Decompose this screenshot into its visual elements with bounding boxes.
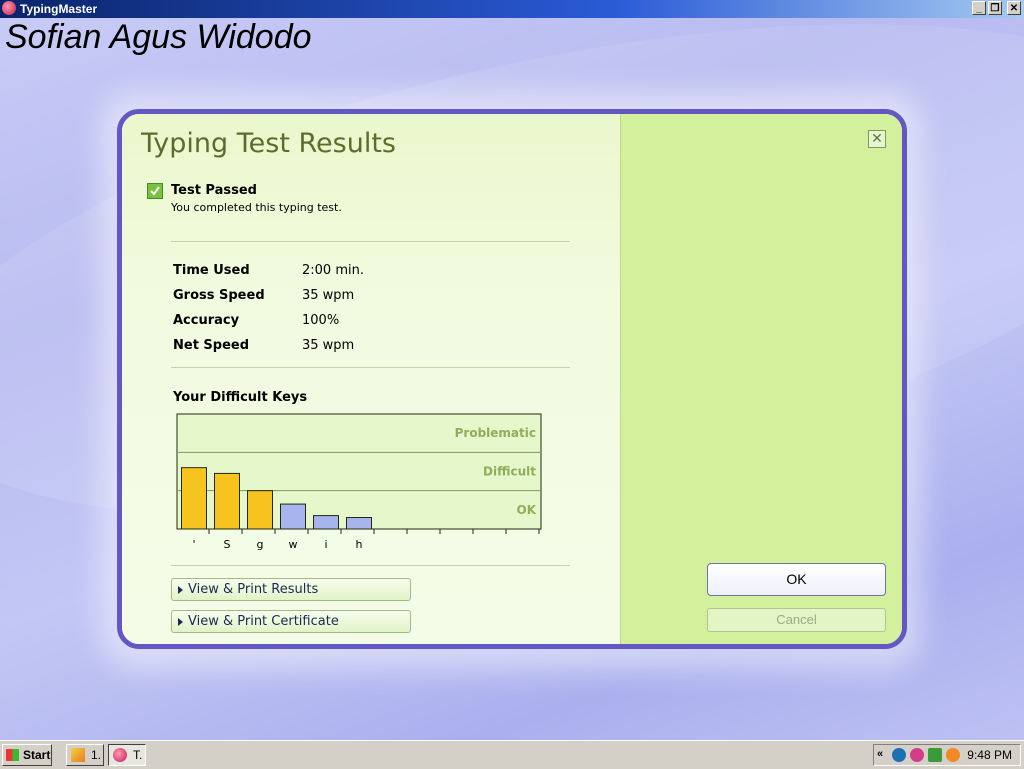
avast-icon[interactable]: [946, 748, 960, 762]
system-tray: « 9:48 PM: [873, 744, 1021, 766]
taskbar-item-typingmaster[interactable]: T.: [108, 744, 146, 766]
stat-label-accuracy: Accuracy: [173, 313, 240, 328]
stat-value-gross: 35 wpm: [302, 288, 355, 303]
stat-value-accuracy: 100%: [302, 313, 340, 328]
restore-button[interactable]: ❐: [988, 1, 1002, 15]
taskbar: Start 1. T. « 9:48 PM: [0, 740, 1024, 769]
chart-bar: [280, 503, 306, 530]
view-print-certificate-button[interactable]: View & Print Certificate: [171, 610, 411, 633]
clock: 9:48 PM: [967, 748, 1012, 762]
stat-label-time: Time Used: [173, 263, 250, 278]
chart-bar: [313, 515, 339, 530]
tray-expand-button[interactable]: «: [877, 748, 883, 760]
results-pane: Typing Test Results Test Passed You comp…: [122, 114, 620, 644]
chart-key-label: g: [257, 538, 264, 551]
typingmaster-icon: [113, 748, 127, 762]
taskbar-item-label: T.: [133, 748, 143, 762]
taskbar-item-label: 1.: [91, 748, 102, 762]
c-icon[interactable]: [892, 748, 906, 762]
status-subtitle: You completed this typing test.: [171, 201, 342, 214]
chart-bar: [346, 517, 372, 530]
difficult-keys-chart: OK Difficult Problematic ' Sg w i h: [176, 413, 542, 551]
check-icon: [150, 186, 160, 196]
dialog-close-button[interactable]: ✕: [868, 130, 886, 148]
user-name: Sofian Agus Widodo: [5, 18, 312, 56]
start-button[interactable]: Start: [2, 744, 52, 766]
taskbar-item-paint[interactable]: 1.: [66, 744, 104, 766]
chart-key-label: S: [224, 538, 231, 551]
chart-key-label: w: [289, 538, 298, 551]
chart-band-label: OK: [517, 503, 537, 517]
dialog-title: Typing Test Results: [141, 128, 396, 159]
chart-band-label: Problematic: [455, 426, 536, 440]
results-dialog: Typing Test Results Test Passed You comp…: [117, 109, 907, 649]
chart-band-label: Difficult: [483, 465, 536, 479]
network-icon[interactable]: [928, 748, 942, 762]
triangle-right-icon: [178, 586, 183, 594]
close-window-button[interactable]: ✕: [1007, 1, 1021, 15]
view-print-results-button[interactable]: View & Print Results: [171, 578, 411, 601]
stat-label-gross: Gross Speed: [173, 288, 265, 303]
chart-key-label: ': [192, 538, 195, 551]
typingmaster-icon: [2, 1, 16, 15]
chart-key-label: h: [356, 538, 363, 551]
view-print-certificate-label: View & Print Certificate: [188, 614, 339, 629]
stat-value-net: 35 wpm: [302, 338, 355, 353]
cancel-button[interactable]: Cancel: [707, 608, 886, 632]
passed-checkbox: [147, 183, 163, 199]
difficult-keys-title: Your Difficult Keys: [173, 390, 308, 405]
s-icon[interactable]: [910, 748, 924, 762]
minimize-button[interactable]: _: [972, 1, 986, 15]
view-print-results-label: View & Print Results: [188, 582, 319, 597]
start-label: Start: [23, 748, 51, 762]
paint-icon: [71, 748, 85, 762]
divider: [171, 565, 570, 566]
divider: [171, 367, 570, 368]
ok-button[interactable]: OK: [707, 563, 886, 596]
stat-value-time: 2:00 min.: [302, 263, 364, 278]
window-title: TypingMaster: [20, 2, 98, 16]
chart-bar: [247, 490, 273, 530]
chart-key-label: i: [324, 538, 327, 551]
windows-logo-icon: [6, 749, 19, 761]
chart-bar: [181, 467, 207, 530]
triangle-right-icon: [178, 618, 183, 626]
divider: [171, 241, 570, 242]
window-titlebar[interactable]: TypingMaster _ ❐ ✕: [0, 0, 1024, 18]
stat-label-net: Net Speed: [173, 338, 250, 353]
status-title: Test Passed: [171, 183, 257, 198]
chart-bar: [214, 472, 240, 530]
